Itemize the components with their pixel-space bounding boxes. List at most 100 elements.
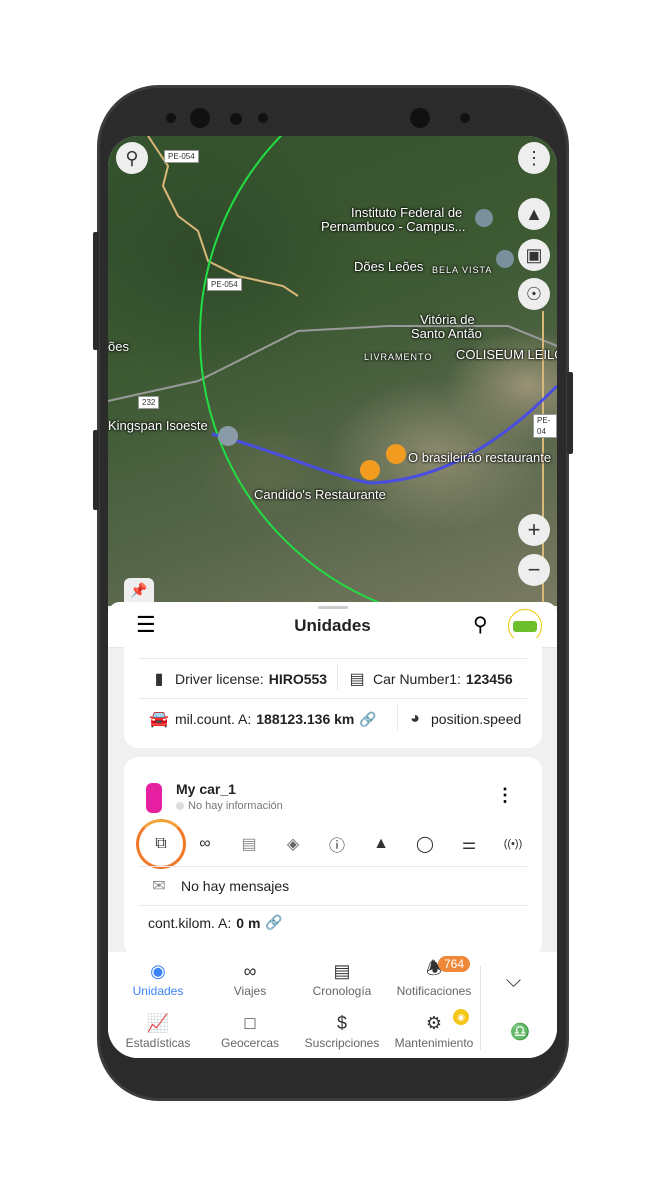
place-label: ões [108,339,129,354]
bottom-nav: ◉ Unidades ∞ Viajes ▤ Cronología 🕭 Notificac… [108,952,557,1058]
nav-label: Unidades [132,984,184,998]
notes-icon: ▤ [349,671,365,688]
label: cont.kilom. A: [148,914,232,931]
signal-icon[interactable]: ((•)) [499,830,527,858]
nav-estadisticas[interactable]: 📈 Estadísticas [112,1010,204,1051]
nav-label: Suscripciones [304,1036,380,1050]
road-label: PE-054 [207,278,242,291]
navigation-arrow-icon[interactable]: ▲ [518,198,550,230]
car-number-field: ▤ Car Number1: 123456 [346,668,512,690]
unit-name: My car_1 [176,781,236,797]
road-label: PE-04 [533,414,557,438]
nav-cronologia[interactable]: ▤ Cronología [296,958,388,999]
place-label: BELA VISTA [432,265,493,275]
info-icon[interactable]: ⓘ [323,830,351,858]
place-label: Vitória de [420,312,475,327]
place-label: O brasileirão restaurante [408,450,552,465]
map-view[interactable]: PE-054 PE-054 232 PE-04 Instituto Federa… [108,136,557,606]
my-location-icon[interactable]: ☉ [518,278,550,310]
place-label: Candido's Restaurante [254,487,386,502]
video-library-icon[interactable]: ⧉ [147,830,175,858]
geofence-square-icon: □ [244,1012,256,1033]
speedometer-icon: ◕ [410,710,420,727]
more-vert-icon[interactable]: ⋮ [496,785,514,806]
status-text: No hay información [188,800,283,812]
place-label: Instituto Federal de [351,205,463,220]
place-label: LIVRAMENTO [364,352,433,362]
sensor [166,113,176,123]
divider [480,966,481,1050]
directions-icon[interactable]: ◈ [279,830,307,858]
zoom-in-button[interactable]: + [518,514,550,546]
nav-label: Cronología [312,984,372,998]
notification-badge: 764 [438,956,471,972]
zoom-out-button[interactable]: − [518,554,550,586]
navigation-icon[interactable]: ▲ [367,830,395,858]
car-icon: 🚘 [149,711,169,728]
nav-label: Geocercas [220,1036,280,1050]
eye-badge-icon: ◉ [453,1009,469,1025]
page-title: Unidades [294,616,371,635]
unit-card-previous: ▮ Driver license: HIRO553 ▤ Car Number1: 1… [124,638,542,748]
value: 188123.136 km [256,711,355,727]
label: Car Number1: [373,671,461,687]
side-button [93,232,99,350]
tune-icon[interactable]: ⚌ [455,830,483,858]
pin-icon[interactable]: 📌 [124,578,154,604]
units-panel: ☰ Unidades ⚲ ▮ Driver license: HIRO553 ▤ C… [108,602,557,1058]
drag-handle[interactable] [318,606,348,609]
label: position.speed [431,711,522,727]
camera [190,108,210,128]
place-label: Santo Antão [411,326,482,341]
label: mil.count. A: [175,711,252,727]
messages-text: No hay mensajes [181,878,290,894]
trips-icon[interactable]: ∞ [191,830,219,858]
place-label: Dões Leões [354,259,424,274]
map-search-icon[interactable]: ⚲ [116,142,148,174]
nav-label: Notificaciones [396,984,472,998]
sensor [258,113,268,123]
speed-field: ◕ position.speed [404,708,528,730]
label: Driver license: [175,671,264,687]
place-label: Pernambuco - Campus... [321,219,466,234]
nav-suscripciones[interactable]: $ Suscripciones [296,1010,388,1051]
search-icon[interactable]: ⚲ [473,612,488,637]
fit-bounds-icon[interactable]: ▣ [518,239,550,271]
road-label: 232 [138,396,160,409]
road-label: PE-054 [164,150,199,163]
km-counter-field: cont.kilom. A: 0 m 🔗 [148,914,283,931]
value: 0 m [236,914,261,931]
link-icon[interactable]: 🔗 [265,914,282,931]
camera [410,108,430,128]
sensor [230,113,242,125]
barcode-icon: ▮ [154,671,164,688]
timeline-icon: ▤ [333,960,351,981]
mileage-field: 🚘 mil.count. A: 188123.136 km 🔗 [148,708,377,730]
app-screen: PE-054 PE-054 232 PE-04 Instituto Federa… [108,136,557,1058]
unit-card[interactable]: My car_1 No hay información ⋮ ⧉ ∞ ▤ ◈ ⓘ … [124,757,542,957]
sensor [460,113,470,123]
nav-unidades[interactable]: ◉ Unidades [112,958,204,999]
dollar-icon: $ [336,1012,347,1033]
link-icon[interactable]: 🔗 [359,711,376,728]
chart-icon: 📈 [146,1012,170,1033]
location-pin-icon: ◉ [150,960,166,981]
shield-icon[interactable]: ◯ [411,830,439,858]
history-report-icon[interactable]: ▤ [235,830,263,858]
pin-icon[interactable]: ♎ [510,1022,530,1042]
map-overlay [108,136,557,606]
place-label: Kingspan Isoeste [108,418,208,433]
more-vert-icon[interactable]: ⋮ [518,142,550,174]
no-messages-icon: ✉ [152,878,166,895]
nav-viajes[interactable]: ∞ Viajes [204,958,296,999]
status-dot [176,802,184,810]
car-pink-icon [146,783,162,813]
trips-icon: ∞ [243,960,257,981]
nav-label: Viajes [233,984,267,998]
side-button [567,372,573,454]
nav-geocercas[interactable]: □ Geocercas [204,1010,296,1051]
messages-row: ✉ No hay mensajes [148,875,289,897]
driver-license-field: ▮ Driver license: HIRO553 [148,668,327,690]
chevron-down-circle-icon[interactable]: ⌵ [506,970,521,993]
nav-label: Mantenimiento [394,1036,474,1050]
